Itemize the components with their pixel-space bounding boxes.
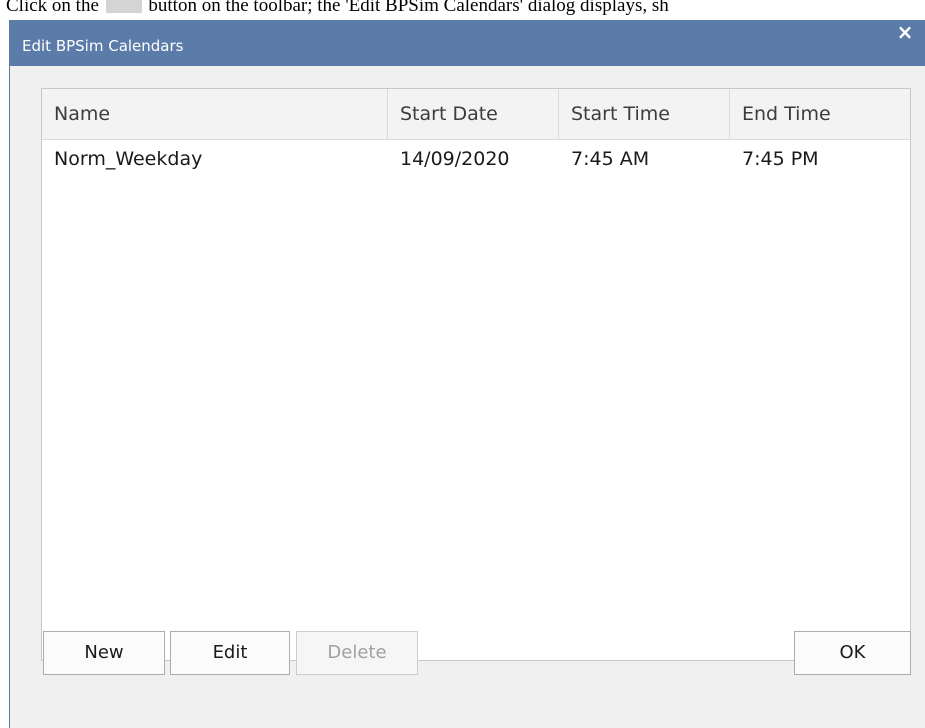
- dialog-titlebar: Edit BPSim Calendars ×: [10, 20, 925, 66]
- dialog-title: Edit BPSim Calendars: [22, 37, 184, 55]
- column-header-start-time[interactable]: Start Time: [559, 89, 730, 139]
- toolbar-button-image-icon: [105, 0, 142, 14]
- close-icon[interactable]: ×: [893, 20, 917, 44]
- edit-bpsim-calendars-dialog: Edit BPSim Calendars × Name Start Date S…: [9, 20, 925, 728]
- calendars-list[interactable]: Name Start Date Start Time End Time Norm…: [41, 88, 911, 661]
- table-row[interactable]: Norm_Weekday 14/09/2020 7:45 AM 7:45 PM: [42, 140, 910, 178]
- edit-button[interactable]: Edit: [170, 631, 290, 675]
- cell-name: Norm_Weekday: [54, 148, 203, 170]
- column-header-end-time[interactable]: End Time: [730, 89, 912, 139]
- column-header-name[interactable]: Name: [42, 89, 388, 139]
- caption-text-after: button on the toolbar; the 'Edit BPSim C…: [148, 0, 669, 16]
- caption-text-before: Click on the: [6, 0, 99, 16]
- page-caption: Click on the button on the toolbar; the …: [6, 0, 925, 17]
- list-header: Name Start Date Start Time End Time: [42, 89, 910, 140]
- cell-start-time: 7:45 AM: [571, 148, 650, 170]
- ok-button[interactable]: OK: [794, 631, 911, 675]
- cell-start-date: 14/09/2020: [400, 148, 510, 170]
- new-button[interactable]: New: [43, 631, 165, 675]
- cell-end-time: 7:45 PM: [742, 148, 819, 170]
- column-header-start-date[interactable]: Start Date: [388, 89, 559, 139]
- delete-button: Delete: [296, 631, 418, 675]
